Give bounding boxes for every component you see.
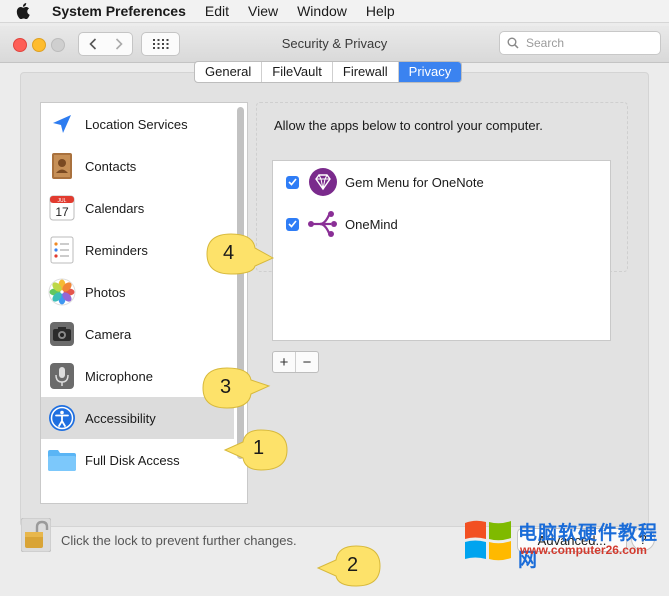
category-label: Reminders <box>85 242 148 258</box>
category-label: Calendars <box>85 200 145 216</box>
menu-edit[interactable]: Edit <box>205 3 229 19</box>
watermark-url: www.computer26.com <box>520 543 647 557</box>
category-location-services[interactable]: Location Services <box>41 103 234 145</box>
checkmark-icon <box>288 178 297 186</box>
calendar-icon: JUL 17 <box>47 193 77 223</box>
callout-number: 1 <box>253 437 265 459</box>
checkmark-icon <box>288 220 297 228</box>
menu-window[interactable]: Window <box>297 3 347 19</box>
app-checkbox-gem-menu[interactable] <box>286 175 299 189</box>
tab-bar: General FileVault Firewall Privacy <box>194 61 463 83</box>
category-label: Full Disk Access <box>85 452 180 468</box>
add-app-button[interactable]: + <box>273 352 296 372</box>
search-input[interactable] <box>524 35 648 51</box>
category-label: Microphone <box>85 368 153 384</box>
app-checkbox-onemind[interactable] <box>286 217 299 231</box>
mindmap-icon <box>307 208 339 240</box>
category-calendars[interactable]: JUL 17 Calendars <box>41 187 234 229</box>
location-arrow-icon <box>47 109 77 139</box>
tab-general[interactable]: General <box>195 62 263 82</box>
add-remove-controls: + − <box>272 351 319 373</box>
windows-logo-icon <box>465 520 511 561</box>
privacy-category-list[interactable]: Location Services Contacts JUL 17 Calenda… <box>40 102 248 504</box>
microphone-icon <box>47 361 77 391</box>
accessibility-icon <box>47 403 77 433</box>
tab-firewall[interactable]: Firewall <box>333 62 399 82</box>
contacts-book-icon <box>47 151 77 181</box>
tab-filevault[interactable]: FileVault <box>262 62 333 82</box>
apple-logo-icon[interactable] <box>16 3 30 19</box>
menu-view[interactable]: View <box>248 3 278 19</box>
allowed-apps-list[interactable]: Gem Menu for OneNote OneMind <box>272 160 611 341</box>
lock-icon[interactable] <box>21 518 51 552</box>
photos-flower-icon <box>47 277 77 307</box>
category-photos[interactable]: Photos <box>41 271 234 313</box>
callout-number: 2 <box>347 554 359 576</box>
app-row-gem-menu[interactable]: Gem Menu for OneNote <box>273 162 610 202</box>
permission-description: Allow the apps below to control your com… <box>274 118 543 133</box>
callout-number: 3 <box>220 376 232 398</box>
category-label: Contacts <box>85 158 137 174</box>
app-name: OneMind <box>345 216 398 232</box>
category-contacts[interactable]: Contacts <box>41 145 234 187</box>
search-field[interactable] <box>499 31 661 55</box>
callout-1: 1 <box>223 428 289 472</box>
calendar-month: JUL <box>58 198 67 204</box>
callout-2: 2 <box>316 544 382 588</box>
category-label: Location Services <box>85 116 188 132</box>
search-icon <box>507 37 519 49</box>
app-row-onemind[interactable]: OneMind <box>273 204 610 244</box>
camera-icon <box>47 319 77 349</box>
menu-bar: System Preferences Edit View Window Help <box>0 0 669 23</box>
gem-icon <box>307 166 339 198</box>
app-name: Gem Menu for OneNote <box>345 174 484 190</box>
remove-app-button[interactable]: − <box>296 352 318 372</box>
callout-number: 4 <box>223 242 235 264</box>
menu-help[interactable]: Help <box>366 3 395 19</box>
category-label: Camera <box>85 326 132 342</box>
tab-privacy[interactable]: Privacy <box>398 62 462 82</box>
folder-icon <box>47 445 77 475</box>
lock-status-text: Click the lock to prevent further change… <box>61 533 297 548</box>
title-bar: Security & Privacy <box>0 26 669 63</box>
category-label: Accessibility <box>85 410 156 426</box>
category-camera[interactable]: Camera <box>41 313 234 355</box>
calendar-day: 17 <box>55 205 69 219</box>
callout-4: 4 <box>203 232 275 276</box>
menu-system-preferences[interactable]: System Preferences <box>52 3 186 19</box>
category-label: Photos <box>85 284 126 300</box>
reminders-list-icon <box>47 235 77 265</box>
category-full-disk-access[interactable]: Full Disk Access <box>41 439 234 481</box>
callout-3: 3 <box>199 366 271 410</box>
